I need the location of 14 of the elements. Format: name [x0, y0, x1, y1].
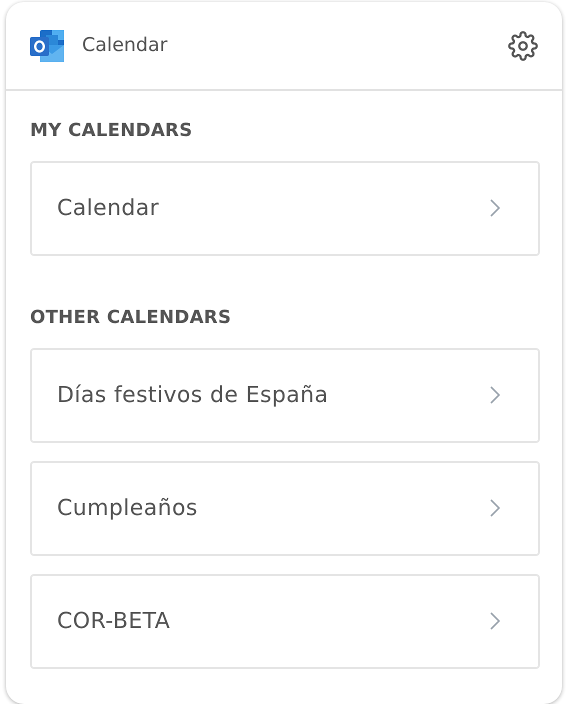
outlook-logo-icon	[30, 28, 66, 62]
chevron-right-icon	[490, 386, 500, 404]
chevron-right-icon	[490, 612, 500, 630]
settings-button[interactable]	[508, 30, 538, 60]
chevron-right-icon	[490, 499, 500, 518]
calendar-item[interactable]: Cumpleaños	[30, 460, 540, 556]
app-title: Calendar	[82, 33, 168, 58]
calendar-item[interactable]: Días festivos de España	[30, 348, 540, 443]
calendar-item[interactable]: COR-BETA	[30, 574, 540, 669]
section-heading: MY CALENDARS	[30, 121, 194, 141]
calendar-item[interactable]: Calendar	[30, 160, 540, 256]
settings-icon	[508, 30, 538, 60]
section-heading: OTHER CALENDARS	[30, 308, 232, 328]
chevron-right-icon	[490, 199, 500, 218]
